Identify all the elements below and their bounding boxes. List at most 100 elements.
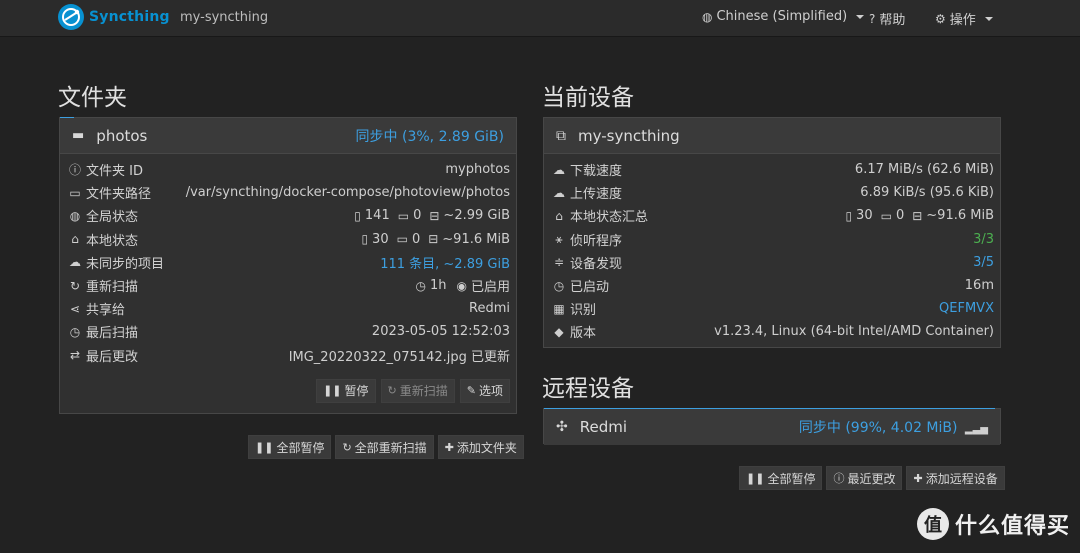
remote-devices-heading: 远程设备 xyxy=(542,376,634,402)
pause-icon: ❚❚ xyxy=(255,440,274,454)
globe-icon: ◍ xyxy=(702,9,713,24)
remote-device-header[interactable]: ✣ Redmi 同步中 (99%, 4.02 MiB) ▂▃▅ xyxy=(544,409,1000,445)
pause-all-folders-button[interactable]: ❚❚ 全部暂停 xyxy=(248,435,332,459)
local-state-row: ⌂ 本地状态 ▯ 30 ▭ 0 ⊟ ~91.6 MiB xyxy=(66,228,510,251)
remote-device-status: 同步中 (99%, 4.02 MiB) ▂▃▅ xyxy=(799,417,988,437)
nav-device-name: my-syncthing xyxy=(180,10,269,25)
actions-label: 操作 xyxy=(949,13,976,28)
row-label: 重新扫描 xyxy=(86,280,139,296)
out-of-sync-row: ☁ 未同步的项目 111 条目, ~2.89 GiB xyxy=(66,251,510,274)
button-label: 全部暂停 xyxy=(767,471,816,486)
plus-icon: ✚ xyxy=(913,471,923,485)
button-label: 重新扫描 xyxy=(399,384,448,399)
row-label: 识别 xyxy=(570,303,597,319)
dir-count: 0 xyxy=(895,208,905,224)
share-icon: ⋖ xyxy=(69,301,81,316)
shared-with-value: Redmi xyxy=(469,301,510,317)
file-icon: ▯ xyxy=(354,208,361,223)
rescan-row: ↻ 重新扫描 ◷ 1h ◉ 已启用 xyxy=(66,274,510,297)
upload-rate-row: ☁ 上传速度 6.89 KiB/s (95.6 KiB) xyxy=(550,181,994,204)
syncthing-logo-icon xyxy=(58,4,84,30)
eye-icon: ◉ xyxy=(456,278,467,293)
home-icon: ⌂ xyxy=(71,232,79,247)
folder-path-row: ▭ 文件夹路径 /var/syncthing/docker-compose/ph… xyxy=(66,181,510,204)
row-label: 下载速度 xyxy=(570,164,623,180)
folders-heading: 文件夹 xyxy=(58,85,127,111)
pause-folder-button[interactable]: ❚❚ 暂停 xyxy=(316,378,376,403)
upload-rate-value: 6.89 KiB/s (95.6 KiB) xyxy=(860,185,994,201)
file-icon: ▯ xyxy=(361,232,369,247)
row-label: 最后扫描 xyxy=(86,326,139,342)
row-label: 本地状态汇总 xyxy=(570,210,649,226)
add-folder-button[interactable]: ✚ 添加文件夹 xyxy=(437,435,524,459)
button-label: 添加远程设备 xyxy=(925,471,998,486)
info-circle-icon: ⓘ xyxy=(833,472,845,485)
brand[interactable]: Syncthing xyxy=(58,4,170,30)
remote-device-panel: ✣ Redmi 同步中 (99%, 4.02 MiB) ▂▃▅ xyxy=(543,408,1001,445)
button-label: 全部暂停 xyxy=(276,440,325,455)
folder-outline-icon: ▭ xyxy=(397,208,410,223)
out-of-sync-link[interactable]: 111 条目, ~2.89 GiB xyxy=(380,253,510,272)
shared-with-row: ⋖ 共享给 Redmi xyxy=(66,297,510,320)
file-count: 30 xyxy=(372,231,389,247)
this-device-header[interactable]: ⧉ my-syncthing xyxy=(544,118,1000,154)
device-id-link[interactable]: QEFMVX xyxy=(939,301,994,316)
button-label: 添加文件夹 xyxy=(456,440,517,455)
discovery-link[interactable]: 3/5 xyxy=(973,255,994,270)
hdd-icon: ⊟ xyxy=(428,232,439,247)
row-label: 版本 xyxy=(570,326,597,342)
folder-outline-icon: ▭ xyxy=(396,232,408,247)
discovery-value[interactable]: 3/5 xyxy=(973,255,994,270)
row-label: 已启动 xyxy=(570,280,610,296)
rescan-value: ◷ 1h ◉ 已启用 xyxy=(416,276,511,295)
qrcode-icon: ▦ xyxy=(553,301,565,316)
uptime-row: ◷ 已启动 16m xyxy=(550,274,994,297)
rescan-folder-button[interactable]: ↻ 重新扫描 xyxy=(380,378,455,403)
size-value: ~2.99 GiB xyxy=(443,208,510,224)
folder-path-value: /var/syncthing/docker-compose/photoview/… xyxy=(185,185,510,201)
out-of-sync-value[interactable]: 111 条目, ~2.89 GiB xyxy=(380,253,510,272)
listeners-value[interactable]: 3/3 xyxy=(973,232,994,247)
cloud-upload-icon: ☁ xyxy=(553,185,565,200)
folder-open-icon: ▭ xyxy=(69,185,81,200)
pause-all-devices-button[interactable]: ❚❚ 全部暂停 xyxy=(739,466,823,490)
folder-panel: ▬ photos 同步中 (3%, 2.89 GiB) ⓘ 文件夹 ID myp… xyxy=(59,117,517,414)
remote-device-status-text: 同步中 (99%, 4.02 MiB) xyxy=(798,420,958,436)
size-value: ~91.6 MiB xyxy=(926,208,994,224)
recent-changes-button[interactable]: ⓘ 最近更改 xyxy=(826,466,903,490)
global-state-value: ▯ 141 ▭ 0 ⊟ ~2.99 GiB xyxy=(354,208,510,223)
folder-id-value: myphotos xyxy=(445,162,510,178)
hdd-icon: ⊟ xyxy=(912,208,923,223)
local-state-value: ▯ 30 ▭ 0 ⊟ ~91.6 MiB xyxy=(361,232,510,247)
identification-value[interactable]: QEFMVX xyxy=(939,301,994,316)
pause-icon: ❚❚ xyxy=(746,471,765,485)
help-menu[interactable]: ? 帮助 xyxy=(869,9,905,29)
row-label: 文件夹 ID xyxy=(86,164,143,180)
folder-options-button[interactable]: ✎ 选项 xyxy=(459,378,510,403)
language-menu[interactable]: ◍ Chinese (Simplified) xyxy=(702,9,865,24)
question-circle-icon: ? xyxy=(869,11,876,26)
listeners-link[interactable]: 3/3 xyxy=(973,232,994,247)
sitemap-icon: ⚹ xyxy=(555,231,563,246)
remote-devices-actions: ❚❚ 全部暂停 ⓘ 最近更改 ✚ 添加远程设备 xyxy=(739,466,1005,490)
last-scan-value: 2023-05-05 12:52:03 xyxy=(371,324,510,340)
last-scan-row: ◷ 最后扫描 2023-05-05 12:52:03 xyxy=(66,320,510,343)
actions-menu[interactable]: ⚙ 操作 xyxy=(935,9,993,28)
local-state-total-value: ▯ 30 ▭ 0 ⊟ ~91.6 MiB xyxy=(845,208,994,223)
folder-panel-header[interactable]: ▬ photos 同步中 (3%, 2.89 GiB) xyxy=(60,118,516,154)
globe-icon: ◍ xyxy=(69,208,81,223)
identification-row: ▦ 识别 QEFMVX xyxy=(550,297,994,320)
folder-panel-footer: ❚❚ 暂停 ↻ 重新扫描 ✎ 选项 xyxy=(60,371,516,411)
folders-actions: ❚❚ 全部暂停 ↻ 全部重新扫描 ✚ 添加文件夹 xyxy=(248,435,524,459)
refresh-icon: ↻ xyxy=(342,440,352,454)
rescan-all-button[interactable]: ↻ 全部重新扫描 xyxy=(335,435,434,459)
row-label: 侦听程序 xyxy=(570,233,623,249)
refresh-icon: ↻ xyxy=(387,384,397,398)
tag-icon: ◆ xyxy=(554,324,564,339)
row-label: 全局状态 xyxy=(86,210,139,226)
puzzle-icon: ✣ xyxy=(556,419,568,435)
language-label: Chinese (Simplified) xyxy=(716,9,848,24)
button-label: 最近更改 xyxy=(847,471,896,486)
add-remote-device-button[interactable]: ✚ 添加远程设备 xyxy=(906,466,1005,490)
navbar: Syncthing my-syncthing ◍ Chinese (Simpli… xyxy=(0,0,1080,37)
